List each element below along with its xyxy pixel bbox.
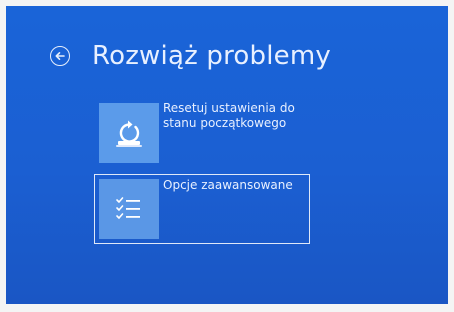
arrow-left-circle-icon xyxy=(55,52,65,60)
page-title: Rozwiąż problemy xyxy=(92,41,331,71)
back-button[interactable] xyxy=(50,46,70,66)
advanced-options-label: Opcje zaawansowane xyxy=(163,178,293,192)
checklist-icon xyxy=(116,197,140,219)
reset-pc-option[interactable]: Resetuj ustawienia do stanu początkowego xyxy=(94,98,310,168)
page-header: Rozwiąż problemy xyxy=(50,36,331,76)
advanced-options-option[interactable]: Opcje zaawansowane xyxy=(94,174,310,244)
reset-pc-label: Resetuj ustawienia do stanu początkowego xyxy=(163,101,295,130)
reset-pc-tile xyxy=(99,103,159,163)
reset-pc-icon xyxy=(116,120,142,147)
recovery-screen: Rozwiąż problemy Resetuj ustawienia do s… xyxy=(6,6,448,304)
advanced-options-tile xyxy=(99,179,159,239)
